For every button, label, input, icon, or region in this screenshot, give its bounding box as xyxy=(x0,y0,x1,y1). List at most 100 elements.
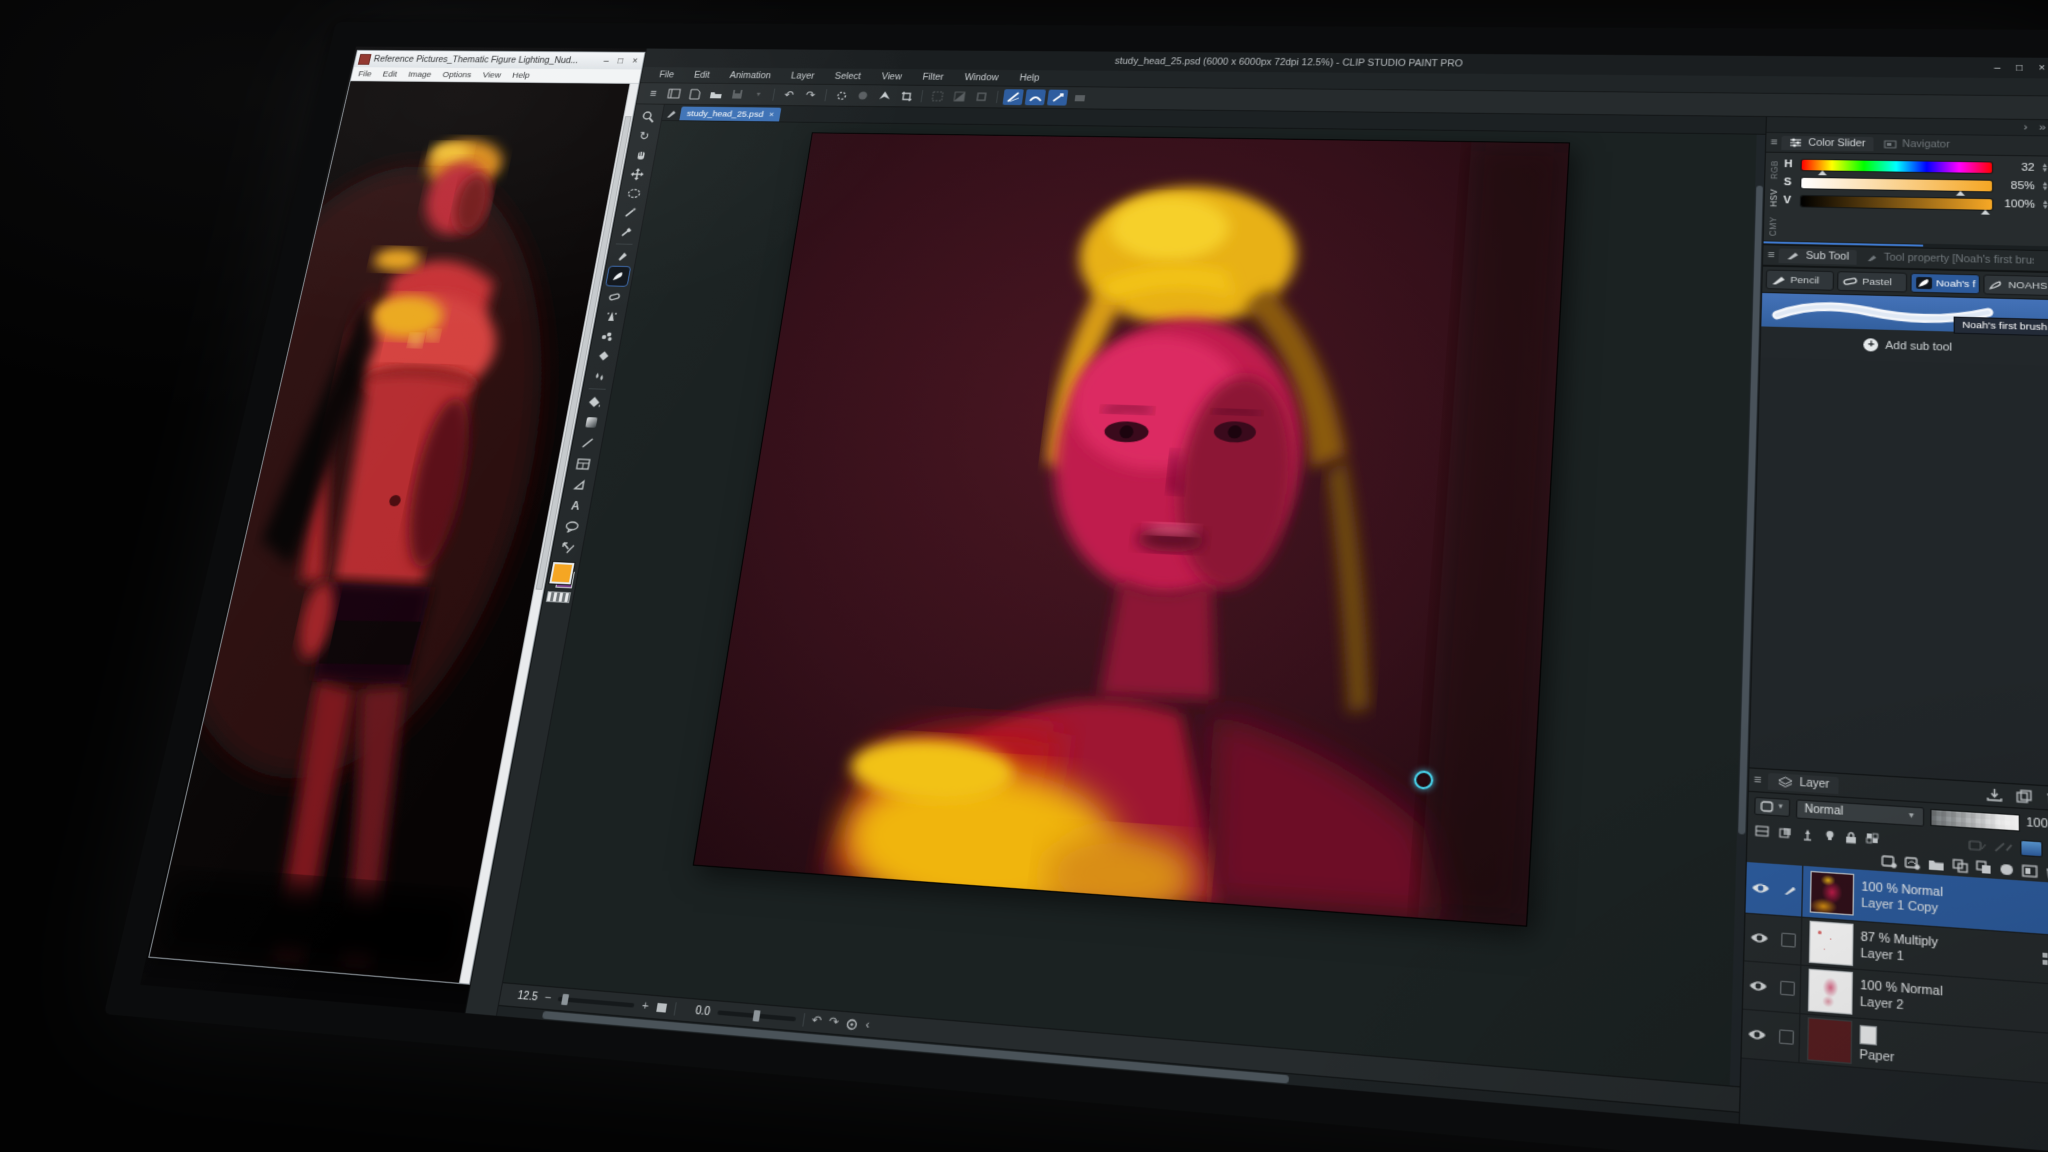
ref-menu-options[interactable]: Options xyxy=(442,70,473,79)
reset-rotation-icon[interactable] xyxy=(845,1017,859,1030)
workspace-icon[interactable] xyxy=(664,86,685,102)
rotate-cw-icon[interactable]: ↷ xyxy=(828,1016,840,1029)
tab-layer[interactable]: Layer xyxy=(1768,772,1839,793)
pen-tool-icon[interactable] xyxy=(610,247,634,266)
layer-checkbox[interactable] xyxy=(1781,933,1796,948)
selection-outline-icon[interactable] xyxy=(971,89,992,105)
dock-collapse-icon[interactable]: › xyxy=(2023,122,2027,133)
rotate-ccw-icon[interactable]: ↶ xyxy=(811,1014,823,1027)
correct-line-tool-icon[interactable] xyxy=(555,537,580,558)
fill-tool-icon[interactable] xyxy=(583,392,607,412)
brush-tool-icon[interactable] xyxy=(606,267,630,286)
zoom-out-icon[interactable]: − xyxy=(544,992,553,1005)
ref-menu-edit[interactable]: Edit xyxy=(382,69,398,78)
blend-tool-icon[interactable] xyxy=(587,366,611,386)
object-tool-icon[interactable] xyxy=(625,165,649,184)
canvas-area[interactable] xyxy=(503,121,1765,1086)
menu-select[interactable]: Select xyxy=(824,71,872,81)
new-folder-icon[interactable] xyxy=(1928,857,1945,871)
brush-pencil[interactable]: Pencil xyxy=(1766,270,1835,291)
brush-noahs-first[interactable]: Noah's f xyxy=(1910,273,1980,294)
menu-filter[interactable]: Filter xyxy=(911,72,954,82)
hue-slider[interactable] xyxy=(1802,159,1992,172)
menu-icon[interactable]: ≡ xyxy=(643,86,664,101)
tab-color-slider[interactable]: Color Slider xyxy=(1782,135,1874,150)
reference-layer-icon[interactable] xyxy=(1800,827,1815,840)
tab-navigator[interactable]: Navigator xyxy=(1875,137,1957,152)
draft-layer-icon[interactable] xyxy=(1823,829,1836,842)
snap-ruler-icon[interactable] xyxy=(1002,89,1023,105)
clear-icon[interactable] xyxy=(831,87,852,103)
save-dropdown-icon[interactable]: ▼ xyxy=(748,87,769,103)
fill-command-icon[interactable] xyxy=(852,88,873,104)
menu-window[interactable]: Window xyxy=(953,73,1009,83)
eye-icon[interactable] xyxy=(1751,882,1771,895)
minimize-icon[interactable]: – xyxy=(1994,63,2000,73)
navigate-icon[interactable] xyxy=(874,88,895,104)
panel-menu-icon[interactable]: ≡ xyxy=(1767,249,1774,261)
panel-menu-icon[interactable]: ≡ xyxy=(1754,773,1762,787)
open-file-icon[interactable] xyxy=(706,86,727,102)
balloon-tool-icon[interactable] xyxy=(567,474,592,495)
opacity-slider[interactable] xyxy=(1930,808,2020,831)
airbrush-tool-icon[interactable] xyxy=(599,306,623,326)
layer-thumbnail[interactable] xyxy=(1810,871,1854,916)
layer-checkbox[interactable] xyxy=(1780,981,1795,996)
close-icon[interactable]: × xyxy=(2038,63,2045,73)
menu-edit[interactable]: Edit xyxy=(683,70,720,80)
blend-mode-dropdown[interactable]: Normal ▼ xyxy=(1796,799,1924,826)
extra-command-icon[interactable] xyxy=(1069,90,1090,106)
ref-menu-image[interactable]: Image xyxy=(407,70,432,79)
layer-checkbox[interactable] xyxy=(1779,1029,1794,1045)
zoom-tool-icon[interactable] xyxy=(636,108,659,126)
save-icon[interactable] xyxy=(727,86,748,102)
speech-balloon-tool-icon[interactable] xyxy=(559,516,584,537)
fit-screen-icon[interactable] xyxy=(655,1002,668,1014)
close-icon[interactable]: × xyxy=(631,56,638,65)
color-swatches[interactable] xyxy=(549,562,577,588)
redo-icon[interactable]: ↷ xyxy=(800,87,821,103)
eye-icon[interactable] xyxy=(1750,931,1770,944)
import-layer-icon[interactable] xyxy=(1987,787,2003,802)
eye-icon[interactable] xyxy=(1748,979,1768,992)
zoom-slider[interactable] xyxy=(558,997,635,1008)
canvas-document[interactable] xyxy=(694,133,1569,925)
set-as-ruler-icon[interactable] xyxy=(1968,838,1987,852)
value-slider[interactable] xyxy=(1801,195,1992,209)
layer-thumbnail[interactable] xyxy=(1807,1017,1852,1064)
main-color-swatch[interactable] xyxy=(549,562,574,584)
menu-file[interactable]: File xyxy=(649,70,685,80)
ruler-range-icon[interactable] xyxy=(1994,840,2013,854)
mask-to-selection-icon[interactable] xyxy=(2022,864,2038,878)
mode-rgb[interactable]: RGB xyxy=(1768,160,1779,179)
tab-close-icon[interactable]: × xyxy=(768,110,774,119)
gradient-tool-icon[interactable] xyxy=(579,412,603,432)
selection-launcher-icon[interactable] xyxy=(2020,840,2043,858)
split-panel-icon[interactable] xyxy=(1755,825,1770,837)
move-tool-icon[interactable] xyxy=(629,146,653,164)
eraser-tool-icon[interactable] xyxy=(591,346,615,366)
decoration-tool-icon[interactable] xyxy=(595,326,619,346)
snap-special-ruler-icon[interactable] xyxy=(1025,89,1046,105)
new-raster-layer-icon[interactable] xyxy=(1881,854,1897,869)
mode-hsv[interactable]: HSV xyxy=(1767,189,1778,207)
undo-icon[interactable]: ↶ xyxy=(779,87,800,103)
maximize-icon[interactable]: □ xyxy=(617,56,624,65)
brush-noahs[interactable]: NOAHS xyxy=(1983,275,2048,297)
saturation-stepper[interactable]: ▲▼ xyxy=(2041,182,2048,190)
layer-thumbnail[interactable] xyxy=(1809,921,1854,966)
ref-menu-view[interactable]: View xyxy=(482,70,502,79)
palette-color-dropdown[interactable]: ▼ xyxy=(1754,797,1790,817)
dock-collapse-all-icon[interactable]: » xyxy=(2039,122,2046,134)
duplicate-layer-icon[interactable] xyxy=(2016,789,2032,804)
mode-cmy[interactable]: CMY xyxy=(1766,216,1778,236)
selection-half-icon[interactable] xyxy=(949,89,970,105)
hue-stepper[interactable]: ▲▼ xyxy=(2041,164,2048,172)
new-vector-layer-icon[interactable] xyxy=(1904,855,1920,870)
auto-select-tool-icon[interactable] xyxy=(618,203,642,222)
clip-at-layer-icon[interactable] xyxy=(1777,826,1792,839)
brush-pastel[interactable]: Pastel xyxy=(1837,271,1906,292)
transfer-down-icon[interactable] xyxy=(1952,858,1968,873)
combine-down-icon[interactable] xyxy=(1976,860,1992,875)
pastel-tool-icon[interactable] xyxy=(603,286,627,305)
